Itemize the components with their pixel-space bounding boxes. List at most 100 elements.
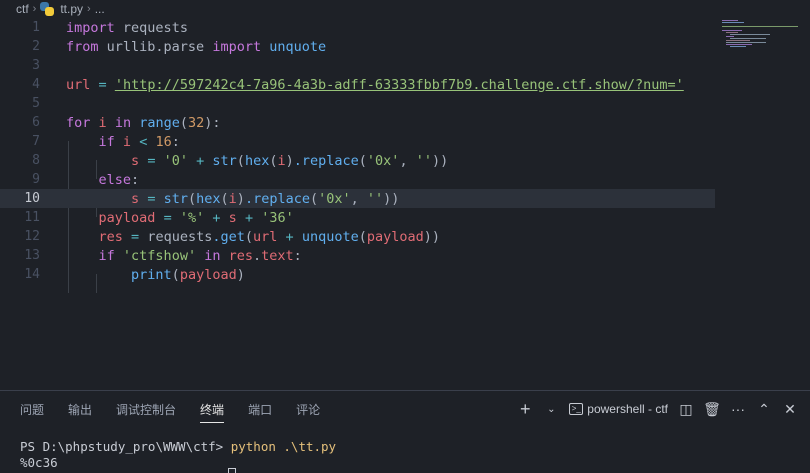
code-token: if bbox=[98, 247, 115, 264]
tab-problems[interactable]: 问题 bbox=[20, 403, 44, 423]
code-token: < bbox=[139, 133, 148, 150]
python-file-icon bbox=[40, 2, 55, 16]
code-token: unquote bbox=[269, 38, 327, 55]
code-line-current[interactable]: 10 s = str(hex(i).replace('0x', '')) bbox=[0, 189, 715, 208]
code-token: , bbox=[399, 152, 408, 169]
chevron-right-icon: › bbox=[87, 3, 91, 15]
add-terminal-icon[interactable]: + bbox=[517, 399, 533, 419]
tab-debug-console[interactable]: 调试控制台 bbox=[116, 403, 176, 423]
code-token: import bbox=[212, 38, 262, 55]
code-token: + bbox=[196, 152, 205, 169]
code-token: , bbox=[350, 190, 359, 207]
code-token: res bbox=[98, 228, 123, 245]
code-line[interactable]: 4 url = 'http://597242c4-7a96-4a3b-adff-… bbox=[0, 75, 715, 94]
code-token: '%' bbox=[179, 209, 205, 226]
line-number: 13 bbox=[24, 248, 40, 263]
terminal-command: python .\tt.py bbox=[230, 439, 337, 454]
code-line[interactable]: 7 if i < 16: bbox=[0, 132, 715, 151]
maximize-panel-icon[interactable]: ⌃ bbox=[756, 401, 772, 417]
code-token: hex bbox=[196, 190, 221, 207]
code-token: 'ctfshow' bbox=[122, 247, 197, 264]
minimap[interactable] bbox=[720, 18, 800, 48]
terminal-result: %0c36 bbox=[20, 455, 58, 470]
line-number: 1 bbox=[32, 20, 40, 35]
chevron-right-icon: › bbox=[32, 3, 37, 15]
line-number: 10 bbox=[24, 191, 40, 206]
code-token: '0x' bbox=[366, 152, 400, 169]
code-token: range bbox=[139, 114, 180, 131]
split-terminal-icon[interactable]: ◫ bbox=[678, 401, 694, 417]
code-token: ) bbox=[236, 266, 245, 283]
code-token: s bbox=[131, 152, 140, 169]
code-line[interactable]: 6 for i in range(32): bbox=[0, 113, 715, 132]
code-token: ( bbox=[244, 228, 254, 245]
code-token: )) bbox=[431, 152, 449, 169]
url-link[interactable]: 'http://597242c4-7a96-4a3b-adff-63333fbb… bbox=[115, 77, 684, 93]
code-token: '0x' bbox=[318, 190, 351, 207]
code-token: : bbox=[212, 114, 221, 131]
code-editor[interactable]: 1 import requests 2 from urllib.parse im… bbox=[0, 18, 810, 390]
breadcrumb-folder[interactable]: ctf bbox=[16, 2, 29, 16]
code-token: = bbox=[131, 228, 140, 245]
code-token: import bbox=[66, 19, 115, 36]
code-line[interactable]: 12 res = requests.get(url + unquote(payl… bbox=[0, 227, 715, 246]
code-line[interactable]: 14 print(payload) bbox=[0, 265, 715, 284]
code-token: url bbox=[253, 228, 278, 245]
code-token: i bbox=[98, 114, 107, 131]
code-token: = bbox=[98, 76, 107, 93]
chevron-down-icon[interactable]: ⌄ bbox=[543, 401, 559, 417]
code-token: ( bbox=[358, 228, 367, 245]
terminal-name: powershell - ctf bbox=[587, 402, 668, 416]
terminal-selector[interactable]: >_ powershell - ctf bbox=[569, 402, 668, 416]
code-line[interactable]: 8 s = '0' + str(hex(i).replace('0x', '')… bbox=[0, 151, 715, 170]
code-line[interactable]: 9 else: bbox=[0, 170, 715, 189]
code-line[interactable]: 3 bbox=[0, 56, 715, 75]
code-token: i bbox=[122, 133, 132, 150]
code-token: + bbox=[285, 228, 294, 245]
code-token: : bbox=[293, 247, 302, 264]
code-token: = bbox=[163, 209, 172, 226]
tab-terminal[interactable]: 终端 bbox=[200, 403, 225, 423]
breadcrumb-tail[interactable]: ... bbox=[95, 2, 105, 16]
tab-output[interactable]: 输出 bbox=[68, 403, 92, 423]
breadcrumb: ctf › tt.py › ... bbox=[0, 0, 810, 18]
code-line[interactable]: 13 if 'ctfshow' in res.text: bbox=[0, 246, 715, 265]
code-token: requests bbox=[147, 228, 213, 245]
code-line[interactable]: 5 bbox=[0, 94, 715, 113]
code-token: if bbox=[98, 133, 115, 150]
line-number: 4 bbox=[32, 77, 40, 92]
code-token: payload bbox=[366, 228, 424, 245]
code-token: res bbox=[228, 247, 254, 264]
line-number: 5 bbox=[32, 96, 40, 111]
code-token: payload bbox=[179, 266, 237, 283]
tab-ports[interactable]: 端口 bbox=[248, 403, 272, 423]
close-icon[interactable]: ✕ bbox=[782, 401, 798, 417]
code-token: ( bbox=[309, 190, 319, 207]
code-token: ) bbox=[285, 152, 294, 169]
line-number: 11 bbox=[24, 210, 40, 225]
code-token: payload bbox=[98, 209, 156, 226]
code-token: ( bbox=[171, 266, 180, 283]
code-token: : bbox=[131, 171, 140, 188]
trash-icon[interactable]: 🗑 bbox=[703, 401, 721, 417]
code-line[interactable]: 1 import requests bbox=[0, 18, 715, 37]
code-token: requests bbox=[122, 19, 188, 36]
line-number: 6 bbox=[32, 115, 40, 130]
terminal-icon: >_ bbox=[569, 403, 584, 415]
bottom-panel: 问题 输出 调试控制台 终端 端口 评论 + ⌄ >_ powershell -… bbox=[0, 390, 810, 473]
breadcrumb-file[interactable]: tt.py bbox=[60, 2, 83, 16]
code-line[interactable]: 2 from urllib.parse import unquote bbox=[0, 37, 715, 56]
more-icon[interactable]: ··· bbox=[730, 401, 746, 417]
code-token: )) bbox=[383, 190, 400, 207]
code-token: s bbox=[228, 209, 237, 226]
panel-actions: + ⌄ >_ powershell - ctf ◫ 🗑 ··· ⌃ ✕ bbox=[517, 399, 798, 419]
terminal-output[interactable]: PS D:\phpstudy_pro\WWW\ctf> python .\tt.… bbox=[20, 439, 336, 471]
code-line[interactable]: 11 payload = '%' + s + '36' bbox=[0, 208, 715, 227]
tab-comments[interactable]: 评论 bbox=[296, 403, 320, 423]
code-token: str bbox=[163, 190, 188, 207]
code-token: text bbox=[261, 247, 294, 264]
code-token: in bbox=[114, 114, 132, 131]
code-token: ( bbox=[187, 190, 197, 207]
code-token: for bbox=[66, 114, 91, 131]
code-token: i bbox=[228, 190, 237, 207]
